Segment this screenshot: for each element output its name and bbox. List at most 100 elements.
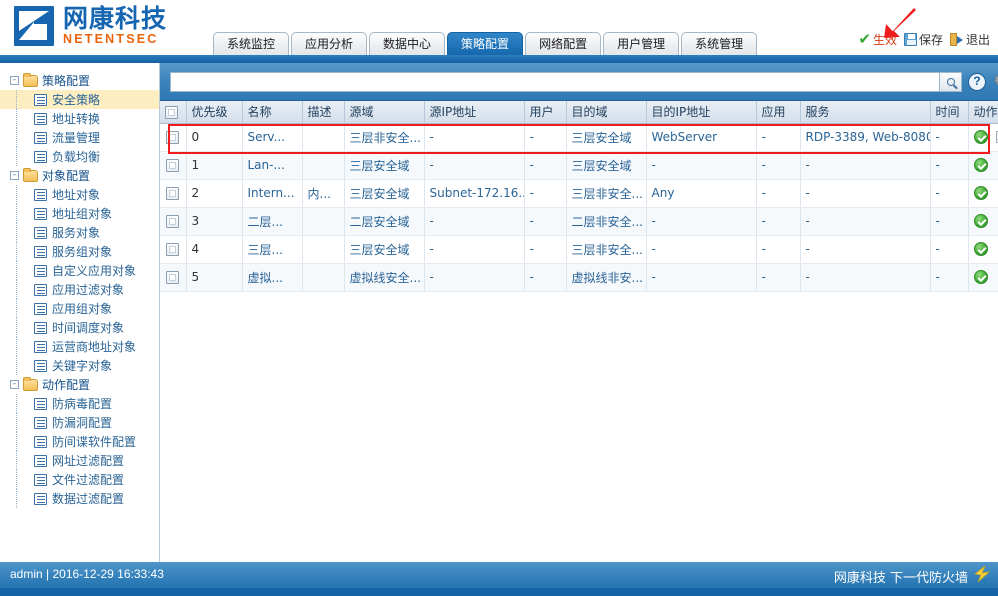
exit-icon [949, 33, 964, 46]
sidebar-item-app-group-object[interactable]: 应用组对象 [0, 299, 159, 318]
column-header-action[interactable]: 动作 [968, 101, 998, 124]
enabled-status-icon[interactable] [973, 214, 988, 229]
table-row[interactable]: 2 Intern... 内... 三层安全域 Subnet-172.16... … [160, 179, 998, 208]
row-checkbox[interactable] [166, 215, 180, 228]
row-checkbox[interactable] [166, 131, 180, 144]
search-input[interactable] [170, 72, 940, 92]
sidebar-item-label: 时间调度对象 [52, 321, 125, 335]
column-header-dst-ip[interactable]: 目的IP地址 [646, 101, 757, 124]
tab-user-management[interactable]: 用户管理 [603, 32, 680, 56]
cell-priority: 5 [186, 263, 243, 292]
table-row[interactable]: 3 二层... 二层安全域 - - 二层非安全... - - - - [160, 207, 998, 236]
row-select-cell[interactable] [160, 235, 187, 264]
sidebar-item-address-translation[interactable]: 地址转换 [0, 109, 159, 128]
cell-action[interactable] [968, 151, 998, 180]
sidebar-item-time-schedule-object[interactable]: 时间调度对象 [0, 318, 159, 337]
collapse-toggle-icon[interactable]: - [10, 76, 19, 85]
sidebar-item-label: 防病毒配置 [52, 397, 113, 411]
header-accent-bar [0, 55, 998, 63]
app-header: 网康科技 NETENTSEC 系统监控 应用分析 数据中心 策略配置 网络配置 … [0, 0, 998, 56]
column-header-application[interactable]: 应用 [756, 101, 801, 124]
enabled-status-icon[interactable] [973, 270, 988, 285]
document-icon [34, 397, 47, 410]
help-icon[interactable]: ? [968, 73, 986, 91]
cell-action[interactable] [968, 235, 998, 264]
sidebar-item-file-filter-config[interactable]: 文件过滤配置 [0, 470, 159, 489]
enabled-status-icon[interactable] [973, 158, 988, 173]
sidebar-item-traffic-management[interactable]: 流量管理 [0, 128, 159, 147]
collapse-toggle-icon[interactable]: - [10, 171, 19, 180]
cell-src-zone: 二层安全域 [344, 207, 425, 236]
sidebar-group-label: 动作配置 [42, 378, 91, 392]
tab-policy-config[interactable]: 策略配置 [447, 32, 524, 56]
exit-button[interactable]: 退出 [948, 31, 992, 48]
cell-src-zone: 三层非安全... [344, 123, 425, 152]
enabled-status-icon[interactable] [973, 130, 988, 145]
column-header-priority[interactable]: 优先级 [186, 101, 243, 124]
status-user-time: admin | 2016-12-29 16:33:43 [10, 567, 164, 581]
row-checkbox[interactable] [166, 187, 180, 200]
enabled-status-icon[interactable] [973, 242, 988, 257]
sidebar-item-data-filter-config[interactable]: 数据过滤配置 [0, 489, 159, 508]
table-row[interactable]: 5 虚拟... 虚拟线安全... - - 虚拟线非安... - - - - [160, 263, 998, 292]
select-all-header[interactable] [160, 101, 187, 124]
select-all-checkbox[interactable] [165, 105, 178, 119]
cell-user: - [524, 207, 567, 236]
sidebar-item-app-filter-object[interactable]: 应用过滤对象 [0, 280, 159, 299]
save-button-label: 保存 [918, 33, 943, 47]
sidebar-item-keyword-object[interactable]: 关键字对象 [0, 356, 159, 375]
row-select-cell[interactable] [160, 179, 187, 208]
tab-app-analysis[interactable]: 应用分析 [291, 32, 368, 56]
sidebar-item-url-filter-config[interactable]: 网址过滤配置 [0, 451, 159, 470]
row-checkbox[interactable] [166, 271, 180, 284]
enabled-status-icon[interactable] [973, 186, 988, 201]
sidebar-item-security-policy[interactable]: 安全策略 [0, 90, 159, 109]
tab-system-management[interactable]: 系统管理 [681, 32, 758, 56]
collapse-toggle-icon[interactable]: - [10, 380, 19, 389]
row-checkbox[interactable] [166, 159, 180, 172]
sidebar-group-header-policy-config[interactable]: - 策略配置 [0, 71, 159, 90]
column-header-user[interactable]: 用户 [524, 101, 567, 124]
column-header-name[interactable]: 名称 [242, 101, 303, 124]
sidebar-item-isp-address-object[interactable]: 运营商地址对象 [0, 337, 159, 356]
row-select-cell[interactable] [160, 123, 187, 152]
row-select-cell[interactable] [160, 151, 187, 180]
tab-network-config[interactable]: 网络配置 [525, 32, 602, 56]
row-checkbox[interactable] [166, 243, 180, 256]
sidebar-item-address-object[interactable]: 地址对象 [0, 185, 159, 204]
sidebar-item-service-group-object[interactable]: 服务组对象 [0, 242, 159, 261]
column-header-src-ip[interactable]: 源IP地址 [424, 101, 525, 124]
sidebar-item-address-group-object[interactable]: 地址组对象 [0, 204, 159, 223]
cell-src-ip: - [424, 151, 525, 180]
cell-action[interactable] [968, 123, 998, 152]
column-header-dst-zone[interactable]: 目的域 [566, 101, 647, 124]
sidebar-group-header-action-config[interactable]: - 动作配置 [0, 375, 159, 394]
folder-icon [23, 376, 38, 391]
column-header-src-zone[interactable]: 源域 [344, 101, 425, 124]
sidebar-item-antivirus-config[interactable]: 防病毒配置 [0, 394, 159, 413]
cell-service: RDP-3389, Web-8080 [800, 123, 931, 152]
search-button[interactable] [940, 72, 962, 92]
sidebar-item-service-object[interactable]: 服务对象 [0, 223, 159, 242]
tab-system-monitor[interactable]: 系统监控 [213, 32, 290, 56]
tab-data-center[interactable]: 数据中心 [369, 32, 446, 56]
sidebar-item-antispyware-config[interactable]: 防间谍软件配置 [0, 432, 159, 451]
cell-time: - [930, 151, 969, 180]
sidebar-item-custom-app-object[interactable]: 自定义应用对象 [0, 261, 159, 280]
cell-action[interactable] [968, 207, 998, 236]
sidebar-group-header-object-config[interactable]: - 对象配置 [0, 166, 159, 185]
gear-icon[interactable] [992, 73, 998, 91]
row-select-cell[interactable] [160, 263, 187, 292]
sidebar-item-load-balancing[interactable]: 负载均衡 [0, 147, 159, 166]
magnifier-icon [946, 78, 955, 86]
column-header-time[interactable]: 时间 [930, 101, 969, 124]
table-row[interactable]: 4 三层... 三层安全域 - - 三层非安全... - - - - [160, 235, 998, 264]
column-header-service[interactable]: 服务 [800, 101, 931, 124]
sidebar-item-vulnerability-config[interactable]: 防漏洞配置 [0, 413, 159, 432]
cell-action[interactable] [968, 179, 998, 208]
table-row[interactable]: 1 Lan-... 三层安全域 - - 三层安全域 - - - - [160, 151, 998, 180]
table-row[interactable]: 0 Serv... 三层非安全... - - 三层安全域 WebServer -… [160, 123, 998, 152]
column-header-description[interactable]: 描述 [302, 101, 345, 124]
row-select-cell[interactable] [160, 207, 187, 236]
cell-action[interactable] [968, 263, 998, 292]
